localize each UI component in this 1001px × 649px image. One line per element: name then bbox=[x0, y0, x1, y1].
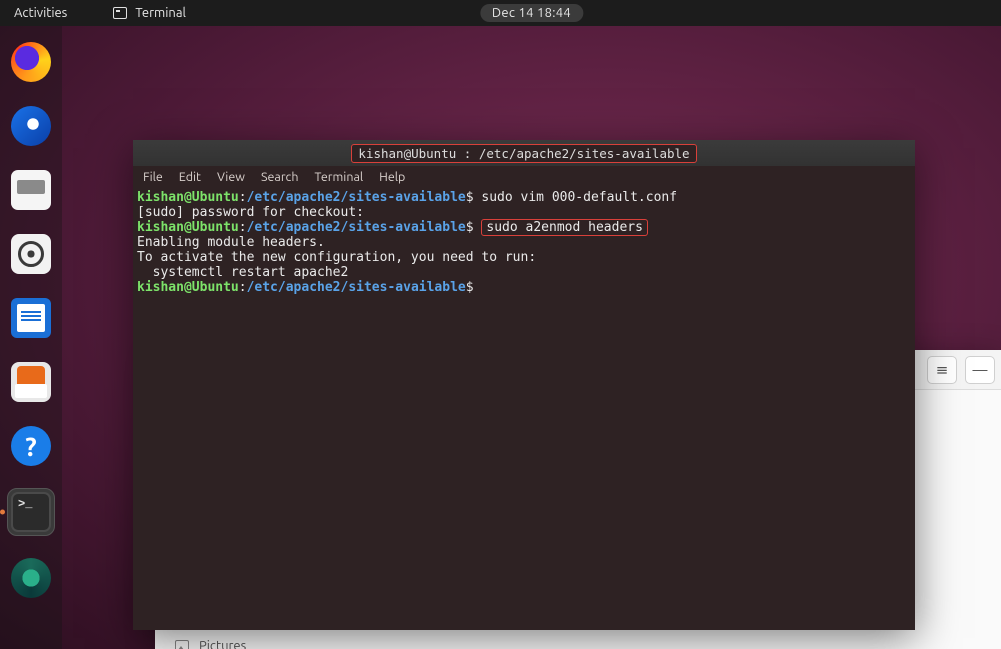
menu-file[interactable]: File bbox=[143, 170, 163, 184]
dock-thunderbird[interactable] bbox=[9, 104, 53, 148]
output-line-sudo-pw: [sudo] password for checkout: bbox=[137, 205, 364, 220]
output-line-systemctl: systemctl restart apache2 bbox=[137, 265, 348, 280]
help-icon: ? bbox=[11, 426, 51, 466]
thunderbird-icon bbox=[11, 106, 51, 146]
camera-icon bbox=[11, 558, 51, 598]
dock-files[interactable] bbox=[9, 168, 53, 212]
cmd-line-1: sudo vim 000-default.conf bbox=[474, 190, 678, 205]
dock-firefox[interactable] bbox=[9, 40, 53, 84]
prompt-user-3: kishan@Ubuntu bbox=[137, 280, 239, 295]
dock-camera[interactable] bbox=[9, 556, 53, 600]
title-path: /etc/apache2/sites-available bbox=[479, 146, 690, 161]
prompt-user-2: kishan@Ubuntu bbox=[137, 220, 239, 235]
terminal-icon bbox=[11, 492, 51, 532]
prompt-user: kishan@Ubuntu bbox=[137, 190, 239, 205]
firefox-icon bbox=[11, 42, 51, 82]
software-icon bbox=[11, 362, 51, 402]
prompt-path-3: /etc/apache2/sites-available bbox=[247, 280, 466, 295]
clock[interactable]: Dec 14 18:44 bbox=[480, 4, 583, 22]
menu-terminal[interactable]: Terminal bbox=[315, 170, 364, 184]
sidebar-item-label: Pictures bbox=[199, 639, 246, 649]
terminal-menubar: File Edit View Search Terminal Help bbox=[133, 166, 915, 188]
hamburger-menu-button[interactable]: ≡ bbox=[927, 356, 957, 384]
active-app-indicator[interactable]: Terminal bbox=[113, 6, 186, 20]
terminal-body[interactable]: kishan@Ubuntu:/etc/apache2/sites-availab… bbox=[133, 188, 915, 630]
prompt-sep: : bbox=[239, 190, 247, 205]
writer-icon bbox=[11, 298, 51, 338]
dock-help[interactable]: ? bbox=[9, 424, 53, 468]
activities-button[interactable]: Activities bbox=[14, 6, 67, 20]
dock-terminal[interactable] bbox=[7, 488, 55, 536]
terminal-titlebar[interactable]: kishan@Ubuntu : /etc/apache2/sites-avail… bbox=[133, 140, 915, 166]
prompt-sep-3: : bbox=[239, 280, 247, 295]
menu-help[interactable]: Help bbox=[379, 170, 405, 184]
menu-edit[interactable]: Edit bbox=[179, 170, 201, 184]
dock: ? bbox=[0, 26, 62, 649]
minimize-button[interactable]: — bbox=[965, 356, 995, 384]
dock-writer[interactable] bbox=[9, 296, 53, 340]
top-panel: Activities Terminal Dec 14 18:44 bbox=[0, 0, 1001, 26]
prompt-path-2: /etc/apache2/sites-available bbox=[247, 220, 466, 235]
files-icon bbox=[11, 170, 51, 210]
terminal-small-icon bbox=[113, 7, 127, 19]
rhythmbox-icon bbox=[11, 234, 51, 274]
dock-rhythmbox[interactable] bbox=[9, 232, 53, 276]
menu-search[interactable]: Search bbox=[261, 170, 299, 184]
title-highlight-box: kishan@Ubuntu : /etc/apache2/sites-avail… bbox=[351, 144, 696, 163]
pictures-icon bbox=[175, 640, 189, 649]
prompt-sigil: $ bbox=[466, 190, 474, 205]
menu-view[interactable]: View bbox=[217, 170, 245, 184]
prompt-sep-2: : bbox=[239, 220, 247, 235]
cmd-line-2-highlight: sudo a2enmod headers bbox=[481, 219, 648, 236]
prompt-sigil-3: $ bbox=[466, 280, 474, 295]
title-user-host: kishan@Ubuntu : bbox=[358, 146, 471, 161]
terminal-window[interactable]: kishan@Ubuntu : /etc/apache2/sites-avail… bbox=[133, 140, 915, 630]
dock-software[interactable] bbox=[9, 360, 53, 404]
prompt-sigil-2: $ bbox=[466, 220, 474, 235]
output-line-enabling: Enabling module headers. bbox=[137, 235, 325, 250]
prompt-path: /etc/apache2/sites-available bbox=[247, 190, 466, 205]
output-line-activate: To activate the new configuration, you n… bbox=[137, 250, 536, 265]
active-app-label: Terminal bbox=[135, 6, 186, 20]
file-manager-sidebar-item[interactable]: Pictures bbox=[175, 639, 246, 649]
